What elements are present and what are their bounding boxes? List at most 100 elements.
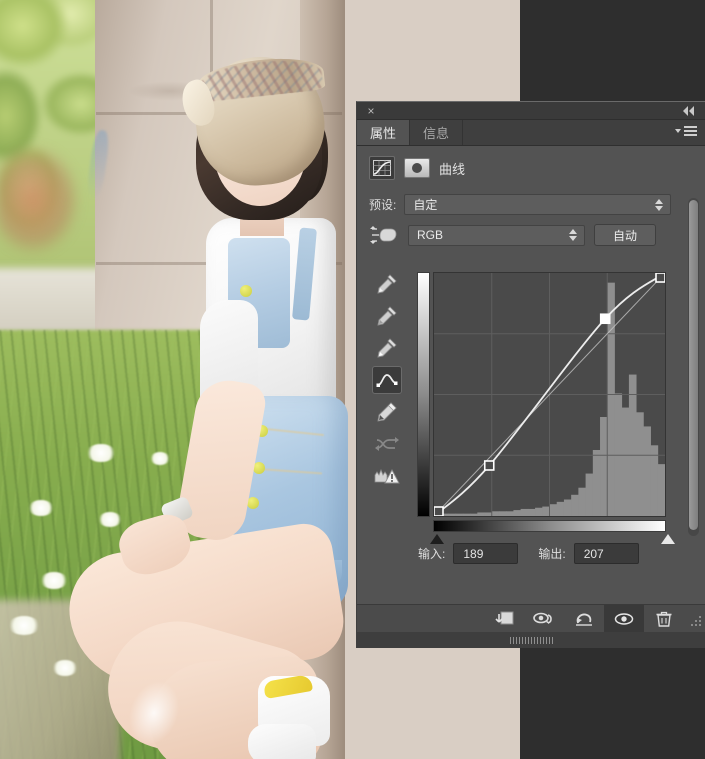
adjustment-header: 曲线 [357, 146, 705, 190]
curve-control-point[interactable] [655, 273, 665, 283]
histogram-bar [657, 464, 665, 516]
white-sneaker-second [248, 724, 316, 759]
auto-button[interactable]: 自动 [594, 224, 656, 246]
histogram-bar [563, 499, 572, 516]
tab-properties[interactable]: 属性 [357, 120, 411, 145]
white-flower [150, 452, 170, 465]
preset-label: 预设: [369, 198, 397, 212]
channel-row: RGB 自动 [357, 215, 705, 248]
preset-value: 自定 [413, 198, 438, 212]
tab-info-label: 信息 [423, 126, 450, 141]
white-flower [98, 512, 122, 527]
panel-tabbar: 属性 信息 [357, 120, 705, 146]
histogram-bar [585, 473, 594, 516]
panel-resize-grip-icon[interactable] [684, 605, 705, 633]
output-label: 输出: [538, 547, 566, 561]
histogram-bar [542, 506, 550, 516]
clip-to-layer-button[interactable] [484, 605, 524, 633]
histogram-bar [506, 511, 514, 516]
photoshop-screenshot: × 属性 信息 曲线 预设: 自定 RGB 自动 输入: 189 输出: 207 [0, 0, 705, 759]
smooth-curve-button[interactable] [372, 430, 402, 458]
histogram-bar [628, 374, 637, 516]
collapse-to-icons-icon[interactable] [680, 105, 696, 117]
input-gradient-bar [433, 520, 666, 532]
histogram-bar [462, 513, 471, 516]
curves-graph[interactable] [433, 272, 666, 517]
curve-control-point[interactable] [434, 506, 444, 516]
tab-info[interactable]: 信息 [410, 120, 464, 145]
histogram-bar [520, 508, 529, 516]
draw-curve-pencil-tool[interactable] [372, 398, 402, 426]
white-point-slider[interactable] [661, 534, 675, 544]
panel-footer-toolbar [357, 604, 705, 633]
histogram-bar [650, 445, 659, 516]
channel-value: RGB [417, 228, 444, 242]
edit-points-curve-tool[interactable] [372, 366, 402, 394]
histogram-bar [578, 487, 586, 516]
histogram-bar [513, 510, 522, 516]
white-flower [86, 444, 116, 462]
preset-select[interactable]: 自定 [404, 194, 672, 215]
toggle-layer-visibility-button[interactable] [604, 604, 644, 633]
set-gray-point-eyedropper[interactable] [372, 302, 402, 330]
panel-menu-icon[interactable] [675, 126, 697, 136]
histogram-bar [448, 513, 457, 516]
preset-spinner-icon [655, 198, 664, 211]
set-white-point-eyedropper[interactable] [372, 334, 402, 362]
panel-bottom-grip[interactable] [357, 632, 705, 648]
reset-adjustment-button[interactable] [564, 605, 604, 633]
histogram-bar [455, 513, 464, 516]
panel-titlebar[interactable]: × [357, 102, 705, 120]
curve-control-point[interactable] [599, 313, 611, 325]
set-black-point-eyedropper[interactable] [372, 270, 402, 298]
histogram-bar [484, 512, 493, 516]
panel-scrollbar[interactable] [688, 198, 699, 536]
clipping-warning-toggle[interactable] [372, 462, 402, 490]
chevron-down-icon [675, 129, 681, 133]
histogram-bar [535, 507, 543, 516]
curves-icon [369, 156, 395, 180]
histogram-bar [643, 426, 651, 516]
curves-graph-svg[interactable] [434, 273, 665, 516]
auto-button-label: 自动 [612, 228, 637, 243]
grip-bar-icon [509, 636, 554, 644]
delete-adjustment-layer-button[interactable] [644, 605, 684, 633]
background-warm-blur [0, 120, 90, 280]
white-flower [28, 500, 54, 516]
histogram-bar [614, 393, 623, 516]
input-label: 输入: [418, 547, 446, 561]
histogram-bar [556, 501, 565, 516]
curve-control-point[interactable] [483, 460, 495, 471]
overall-button [247, 497, 259, 509]
histogram-bar [498, 511, 507, 516]
view-previous-state-button[interactable] [524, 605, 564, 633]
output-gradient-bar [417, 272, 430, 517]
layer-mask-thumbnail[interactable] [404, 158, 430, 178]
overall-button [240, 285, 252, 297]
histogram-bar [600, 417, 608, 516]
histogram-bar [592, 450, 601, 516]
output-field[interactable]: 207 [573, 543, 639, 564]
histogram-bar [470, 513, 478, 516]
histogram-bar [477, 512, 485, 516]
histogram-bar [636, 412, 644, 516]
white-flower [40, 572, 68, 589]
histogram-bar [571, 494, 579, 516]
curves-tools-column [368, 270, 406, 490]
input-field[interactable]: 189 [453, 543, 519, 564]
channel-spinner-icon [569, 229, 577, 241]
close-icon[interactable]: × [365, 105, 377, 117]
tab-properties-label: 属性 [370, 126, 397, 141]
hamburger-icon [684, 126, 697, 136]
channel-select[interactable]: RGB [408, 224, 585, 246]
histogram-bar [527, 508, 536, 516]
white-flower [8, 616, 40, 635]
histogram-bar [621, 407, 630, 516]
adjustment-title: 曲线 [439, 161, 466, 177]
on-image-adjustment-hand-icon[interactable] [367, 222, 399, 248]
input-output-row: 输入: 189 输出: 207 [418, 543, 639, 564]
panel-scrollbar-thumb[interactable] [689, 200, 698, 530]
mask-dot [412, 163, 422, 173]
preset-row: 预设: 自定 [357, 190, 705, 215]
histogram-bar [491, 511, 500, 516]
